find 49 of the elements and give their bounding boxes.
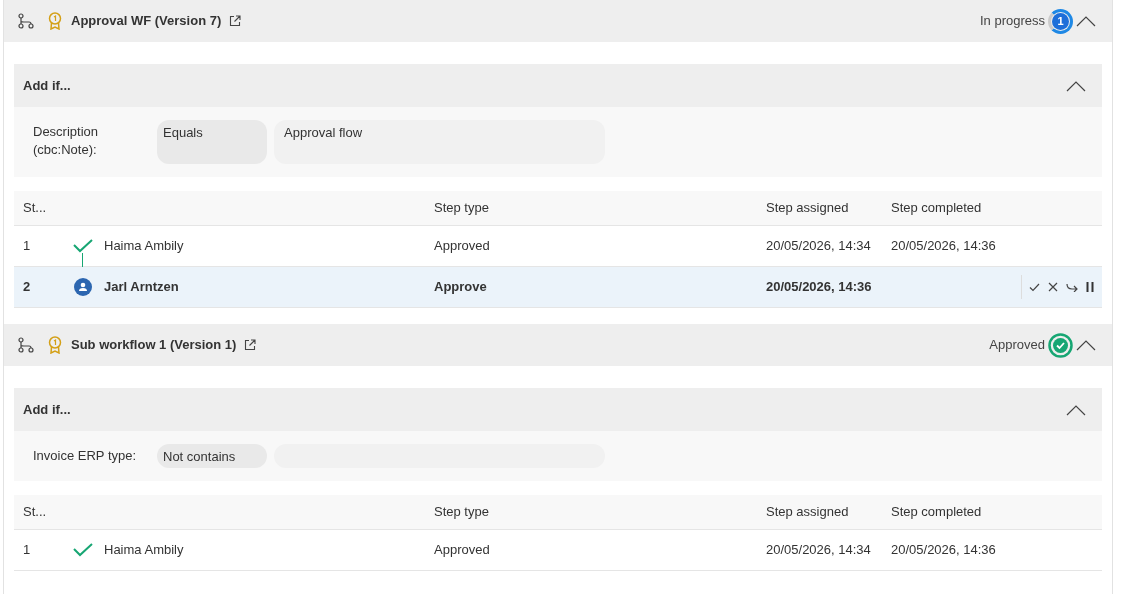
step-type: Approved: [434, 541, 491, 560]
completed-time: 20/05/2026, 14:36: [891, 237, 997, 256]
completed-time: 20/05/2026, 14:36: [891, 541, 997, 560]
operator-field[interactable]: Equals: [157, 120, 267, 164]
collapse-chevron-icon[interactable]: [1076, 339, 1096, 351]
collapse-chevron-icon[interactable]: [1066, 403, 1086, 416]
column-header: St...: [22, 199, 48, 218]
operator-field[interactable]: Not contains: [157, 444, 267, 468]
award-icon: [48, 336, 62, 354]
assignee-name: Haima Ambily: [104, 237, 185, 256]
external-link-icon[interactable]: [244, 339, 257, 351]
condition-label: Description (cbc:Note):: [33, 123, 100, 159]
pause-icon[interactable]: [1086, 282, 1094, 292]
step-number: 2: [22, 278, 32, 297]
column-header: Step type: [434, 199, 490, 218]
column-header: Step assigned: [766, 199, 850, 218]
column-header: Step completed: [891, 503, 982, 522]
column-header: Step type: [434, 503, 490, 522]
assigned-time: 20/05/2026, 14:34: [766, 237, 872, 256]
assigned-time: 20/05/2026, 14:36: [766, 278, 873, 297]
step-number: 1: [22, 237, 32, 256]
collapse-chevron-icon[interactable]: [1076, 15, 1096, 27]
condition-group-title: Add if...: [23, 400, 72, 419]
step-type: Approve: [434, 278, 488, 297]
forward-arrow-icon[interactable]: [1066, 282, 1078, 292]
close-icon[interactable]: [1048, 282, 1058, 292]
step-type: Approved: [434, 237, 491, 256]
condition-label: Invoice ERP type:: [33, 447, 138, 465]
award-icon: [48, 12, 62, 30]
approve-action-icon[interactable]: [1029, 282, 1040, 292]
workflow-title: Approval WF (Version 7): [71, 12, 222, 31]
column-header: St...: [22, 503, 48, 522]
workflow-title: Sub workflow 1 (Version 1): [71, 336, 237, 355]
step-number: 1: [22, 541, 32, 560]
column-header: Step assigned: [766, 503, 850, 522]
column-header: Step completed: [891, 199, 982, 218]
value-field[interactable]: Approval flow: [274, 120, 605, 164]
condition-group-title: Add if...: [23, 76, 72, 95]
progress-badge: 1: [1048, 8, 1073, 34]
external-link-icon[interactable]: [229, 15, 242, 27]
collapse-chevron-icon[interactable]: [1066, 79, 1086, 92]
assigned-time: 20/05/2026, 14:34: [766, 541, 872, 560]
table-row[interactable]: 2 Jarl Arntzen Approve 20/05/2026, 14:36: [14, 267, 1102, 308]
branch-icon: [18, 13, 34, 29]
assignee-name: Haima Ambily: [104, 541, 185, 560]
branch-icon: [18, 337, 34, 353]
assignee-name: Jarl Arntzen: [104, 278, 180, 297]
status-label: Approved: [989, 336, 1045, 355]
status-label: In progress: [979, 12, 1045, 31]
